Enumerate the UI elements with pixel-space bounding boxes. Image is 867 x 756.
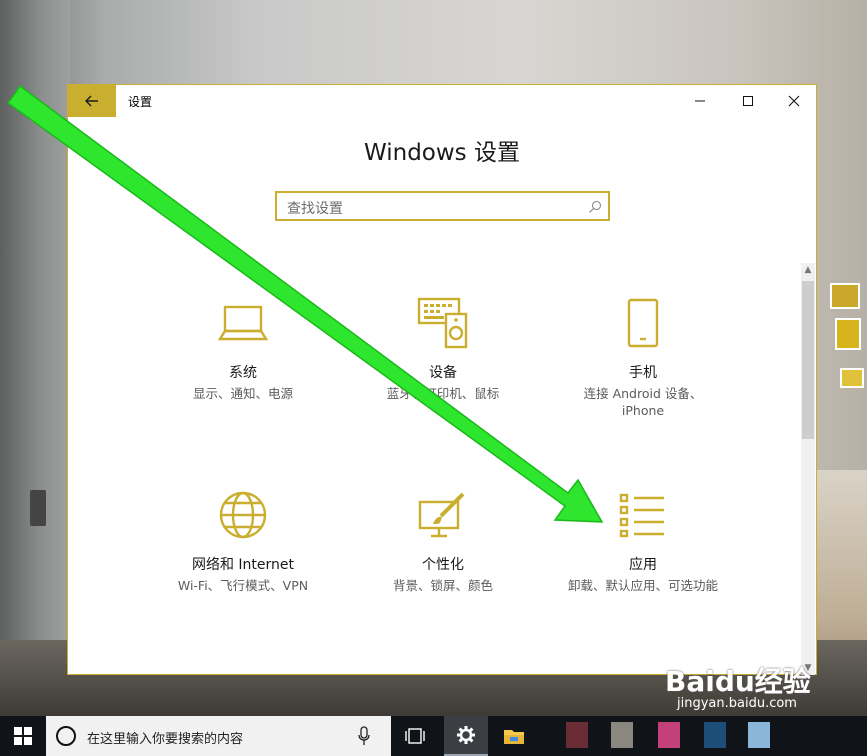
baidu-watermark: Baidu经验 jingyan.baidu.com (665, 660, 811, 711)
tile-description: 连接 Android 设备、iPhone (583, 386, 703, 418)
laptop-icon (168, 293, 318, 353)
tile-description: 卸载、默认应用、可选功能 (568, 578, 719, 593)
title-bar: 设置 (68, 85, 816, 117)
taskbar-app[interactable] (704, 722, 726, 748)
tile-title: 应用 (629, 557, 657, 573)
settings-search-box[interactable]: 查找设置 (275, 191, 610, 221)
keyboard-speaker-icon (368, 293, 518, 353)
task-view-button[interactable] (395, 716, 435, 756)
task-view-icon (405, 728, 425, 744)
wall-picture (830, 283, 860, 309)
folder-icon (504, 730, 524, 744)
tile-devices[interactable]: 设备 蓝牙、打印机、鼠标 (368, 293, 518, 402)
wall-picture (840, 368, 864, 388)
settings-window: 设置 Windows 设置 查找设置 系统 显示、通知、电源 设备 蓝牙、打印机… (67, 84, 817, 675)
tile-description: 显示、通知、电源 (192, 386, 293, 401)
wallpaper-door (0, 0, 70, 716)
wall-picture (835, 318, 861, 350)
taskbar-app[interactable] (748, 722, 770, 748)
maximize-icon (743, 96, 753, 106)
gear-icon (457, 726, 475, 744)
watermark-url: jingyan.baidu.com (677, 696, 797, 711)
tile-description: 背景、锁屏、颜色 (392, 578, 493, 593)
apps-list-icon (568, 485, 718, 545)
tile-title: 个性化 (422, 557, 464, 573)
back-arrow-icon (85, 95, 98, 107)
scroll-up-icon[interactable]: ▲ (801, 263, 815, 277)
search-icon (589, 200, 602, 213)
taskbar-settings-app[interactable] (444, 716, 488, 756)
taskbar-app[interactable] (611, 722, 633, 748)
taskbar-file-explorer[interactable] (494, 716, 534, 756)
close-button[interactable] (771, 85, 817, 117)
vertical-scrollbar[interactable]: ▲ ▼ (801, 263, 815, 675)
taskbar-app[interactable] (566, 722, 588, 748)
taskbar-app[interactable] (658, 722, 680, 748)
page-title: Windows 设置 (364, 140, 520, 166)
globe-icon (168, 485, 318, 545)
back-button[interactable] (68, 85, 116, 117)
tile-title: 系统 (229, 365, 257, 381)
microphone-icon[interactable] (358, 726, 370, 746)
window-title: 设置 (128, 95, 153, 109)
tile-system[interactable]: 系统 显示、通知、电源 (168, 293, 318, 402)
tile-personalization[interactable]: 个性化 背景、锁屏、颜色 (368, 485, 518, 594)
watermark-brand: Baidu经验 (665, 665, 811, 698)
maximize-button[interactable] (725, 85, 771, 117)
scrollbar-thumb[interactable] (802, 281, 814, 439)
tile-description: Wi-Fi、飞行模式、VPN (177, 578, 309, 593)
tile-apps[interactable]: 应用 卸载、默认应用、可选功能 (568, 485, 718, 594)
search-input[interactable]: 查找设置 (287, 198, 343, 218)
tile-title: 设备 (429, 365, 457, 381)
door-handle (30, 490, 46, 526)
taskbar-search-input[interactable]: 在这里输入你要搜索的内容 (87, 728, 243, 747)
tile-description: 蓝牙、打印机、鼠标 (386, 386, 500, 401)
tile-title: 网络和 Internet (191, 557, 295, 573)
taskbar-search-box[interactable]: 在这里输入你要搜索的内容 (46, 716, 391, 756)
close-icon (788, 95, 800, 107)
paintbrush-icon (368, 485, 518, 545)
tile-phone[interactable]: 手机 连接 Android 设备、iPhone (568, 293, 718, 419)
tile-network[interactable]: 网络和 Internet Wi-Fi、飞行模式、VPN (168, 485, 318, 594)
phone-icon (568, 293, 718, 353)
tile-title: 手机 (629, 365, 657, 381)
taskbar: 在这里输入你要搜索的内容 (0, 716, 867, 756)
start-button[interactable] (0, 716, 45, 756)
cortana-icon (56, 726, 76, 746)
minimize-button[interactable] (677, 85, 723, 117)
minimize-icon (695, 100, 705, 102)
windows-logo-icon (13, 727, 32, 745)
